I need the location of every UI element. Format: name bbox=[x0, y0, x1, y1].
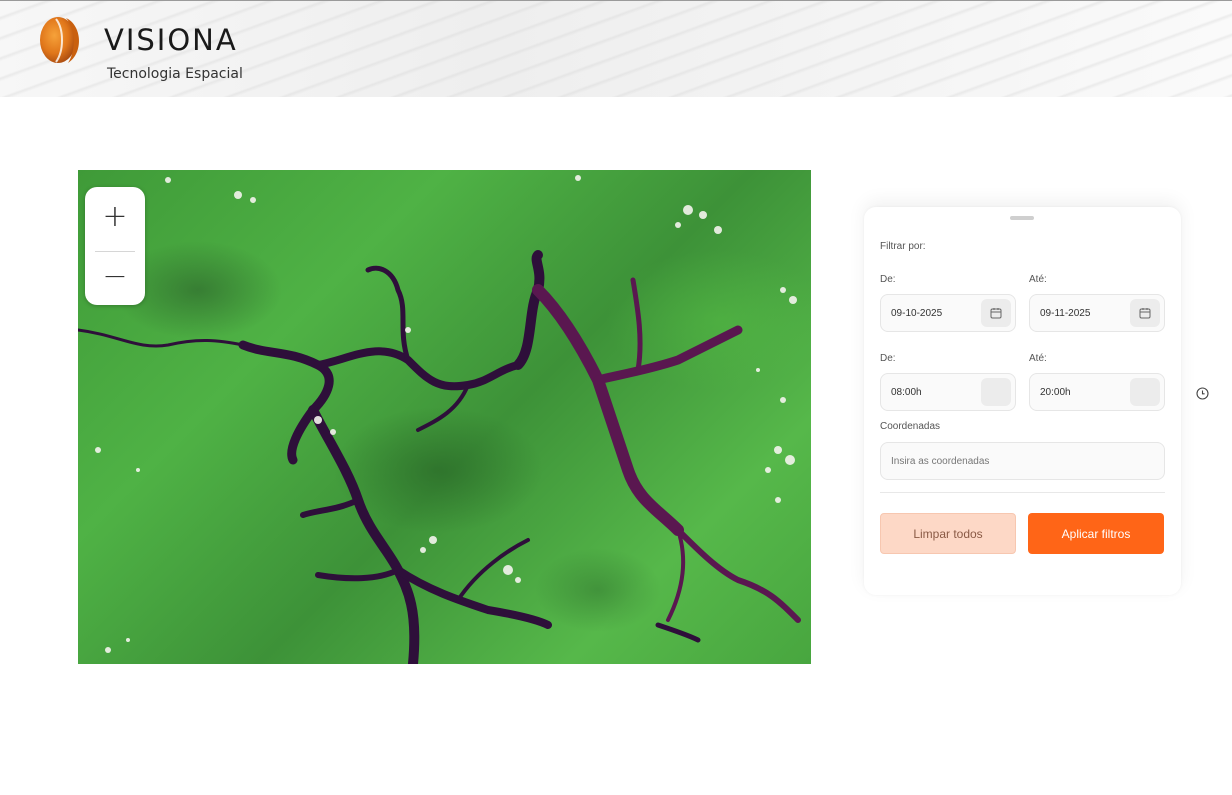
brand-subtitle: Tecnologia Espacial bbox=[107, 66, 243, 82]
zoom-out-button[interactable]: − bbox=[85, 247, 145, 305]
time-picker-button[interactable] bbox=[981, 378, 1011, 406]
clear-all-button[interactable]: Limpar todos bbox=[880, 513, 1016, 554]
filter-panel: Filtrar por: De: Até: 09-10-2025 09-11-2… bbox=[864, 207, 1181, 595]
apply-filters-button[interactable]: Aplicar filtros bbox=[1028, 513, 1164, 554]
calendar-icon[interactable] bbox=[1130, 299, 1160, 327]
date-from-label: De: bbox=[880, 274, 896, 285]
clock-icon[interactable] bbox=[1196, 387, 1209, 400]
coordinates-input[interactable]: Insira as coordenadas bbox=[880, 442, 1165, 480]
visiona-logo-icon bbox=[40, 17, 80, 63]
coordinates-label: Coordenadas bbox=[880, 421, 941, 432]
zoom-control: + − bbox=[85, 187, 145, 305]
calendar-icon[interactable] bbox=[981, 299, 1011, 327]
date-to-field[interactable]: 09-11-2025 bbox=[1029, 294, 1165, 332]
header-banner: VISIONA Tecnologia Espacial bbox=[0, 0, 1232, 97]
satellite-map[interactable]: + − bbox=[78, 170, 811, 664]
brand-name: VISIONA bbox=[104, 23, 238, 57]
date-from-field[interactable]: 09-10-2025 bbox=[880, 294, 1016, 332]
date-to-label: Até: bbox=[1029, 274, 1047, 285]
satellite-image bbox=[78, 175, 801, 664]
panel-drag-handle[interactable] bbox=[1010, 216, 1034, 220]
time-to-label: Até: bbox=[1029, 353, 1047, 364]
coordinates-placeholder: Insira as coordenadas bbox=[891, 455, 990, 467]
panel-divider bbox=[880, 492, 1165, 493]
filter-title: Filtrar por: bbox=[880, 241, 926, 252]
time-from-label: De: bbox=[880, 353, 896, 364]
time-from-field[interactable]: 08:00h bbox=[880, 373, 1016, 411]
zoom-in-button[interactable]: + bbox=[85, 187, 145, 245]
time-picker-button[interactable] bbox=[1130, 378, 1160, 406]
time-to-field[interactable]: 20:00h bbox=[1029, 373, 1165, 411]
